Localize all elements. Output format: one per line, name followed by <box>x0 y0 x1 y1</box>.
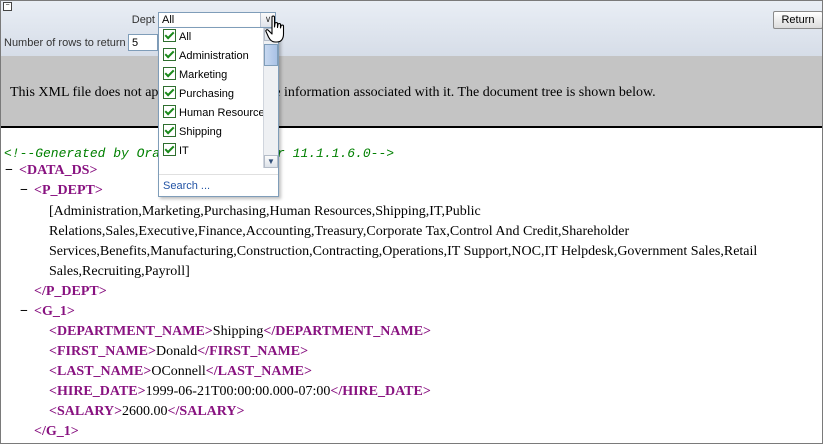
rows-label: Number of rows to return <box>4 37 126 49</box>
return-button[interactable]: Return <box>773 11 822 29</box>
tag-name: FIRST_NAME <box>56 344 148 359</box>
option-label: IT <box>179 145 189 157</box>
checkbox-checked-icon[interactable] <box>163 86 176 99</box>
option-label: Marketing <box>179 69 228 81</box>
dropdown-scrollbar[interactable]: ▲ ▼ <box>263 28 278 168</box>
hand-pointer-icon <box>265 15 285 43</box>
dropdown-option-human-resources[interactable]: Human Resources <box>163 105 270 122</box>
xml-field-first-name: <FIRST_NAME>Donald</FIRST_NAME> <box>49 344 309 359</box>
checkbox-checked-icon[interactable] <box>163 67 176 80</box>
collapse-toggle-icon[interactable]: − <box>3 2 12 11</box>
tag-name: DEPARTMENT_NAME <box>56 324 205 339</box>
tag-name: HIRE_DATE <box>342 384 423 399</box>
p-dept-text-line: [Administration,Marketing,Purchasing,Hum… <box>49 204 481 219</box>
data-ds-open: − <DATA_DS> <box>5 163 98 179</box>
dept-select-value: All <box>162 14 175 26</box>
xml-field-hire-date: <HIRE_DATE>1999-06-21T00:00:00.000-07:00… <box>49 384 431 399</box>
p-dept-text-line: Relations,Sales,Executive,Finance,Accoun… <box>49 224 630 239</box>
xml-field-department-name: <DEPARTMENT_NAME>Shipping</DEPARTMENT_NA… <box>49 324 432 339</box>
collapse-icon[interactable]: − <box>20 304 34 320</box>
checkbox-checked-icon[interactable] <box>163 124 176 137</box>
tag-name: SALARY <box>179 404 237 419</box>
scrollbar-thumb[interactable] <box>264 44 278 66</box>
tag-name: LAST_NAME <box>56 364 144 379</box>
divider <box>1 126 822 128</box>
collapse-icon[interactable]: − <box>5 163 19 179</box>
tag-name: DEPARTMENT_NAME <box>275 324 424 339</box>
collapse-icon[interactable]: − <box>20 183 34 199</box>
field-value: OConnell <box>151 364 206 379</box>
xml-field-salary: <SALARY>2600.00</SALARY> <box>49 404 245 419</box>
option-label: Purchasing <box>179 88 235 100</box>
tag-name: G_1 <box>45 424 71 439</box>
dropdown-option-shipping[interactable]: Shipping <box>163 124 222 141</box>
rows-input[interactable] <box>128 34 158 51</box>
search-link[interactable]: Search ... <box>163 180 210 192</box>
tag-name: SALARY <box>56 404 115 419</box>
checkbox-checked-icon[interactable] <box>163 48 176 61</box>
xml-field-last-name: <LAST_NAME>OConnell</LAST_NAME> <box>49 364 312 379</box>
scroll-down-icon[interactable]: ▼ <box>264 155 278 168</box>
tag-name: FIRST_NAME <box>209 344 301 359</box>
dept-dropdown-list: All Administration Marketing Purchasing … <box>158 27 279 197</box>
g-1-open: − <G_1> <box>20 304 75 320</box>
field-value: 2600.00 <box>122 404 168 419</box>
g-1-close: </G_1> <box>34 424 79 439</box>
p-dept-open: − <P_DEPT> <box>20 183 103 199</box>
field-value: Shipping <box>212 324 264 339</box>
browser-frame: − Dept All ∨ Number of rows to return Re… <box>0 0 823 444</box>
tag-name: LAST_NAME <box>217 364 305 379</box>
field-value: Donald <box>155 344 198 359</box>
dept-label: Dept <box>131 14 155 26</box>
xml-info-banner: This XML file does not appear to have an… <box>1 56 822 126</box>
dept-select[interactable]: All ∨ <box>158 12 276 28</box>
dropdown-option-administration[interactable]: Administration <box>163 48 249 65</box>
option-label: Human Resources <box>179 107 271 119</box>
field-value: 1999-06-21T00:00:00.000-07:00 <box>145 384 331 399</box>
tag-name: DATA_DS <box>26 163 90 178</box>
checkbox-checked-icon[interactable] <box>163 105 176 118</box>
option-label: Administration <box>179 50 249 62</box>
checkbox-checked-icon[interactable] <box>163 143 176 156</box>
report-toolbar: − Dept All ∨ Number of rows to return Re… <box>1 1 822 56</box>
tag-name: P_DEPT <box>45 284 99 299</box>
tag-name: P_DEPT <box>41 183 95 198</box>
dropdown-option-purchasing[interactable]: Purchasing <box>163 86 234 103</box>
tag-name: G_1 <box>41 304 67 319</box>
tag-name: HIRE_DATE <box>56 384 138 399</box>
dropdown-option-it[interactable]: IT <box>163 143 189 160</box>
p-dept-text-line: Sales,Recruiting,Payroll] <box>49 264 190 279</box>
dropdown-option-marketing[interactable]: Marketing <box>163 67 227 84</box>
checkbox-checked-icon[interactable] <box>163 29 176 42</box>
option-label: Shipping <box>179 126 222 138</box>
dropdown-separator <box>159 174 278 175</box>
p-dept-close: </P_DEPT> <box>34 284 107 299</box>
option-label: All <box>179 31 192 43</box>
banner-text: This XML file does not appear to have an… <box>10 85 656 100</box>
dropdown-option-all[interactable]: All <box>163 29 191 46</box>
p-dept-text-line: Services,Benefits,Manufacturing,Construc… <box>49 244 758 259</box>
